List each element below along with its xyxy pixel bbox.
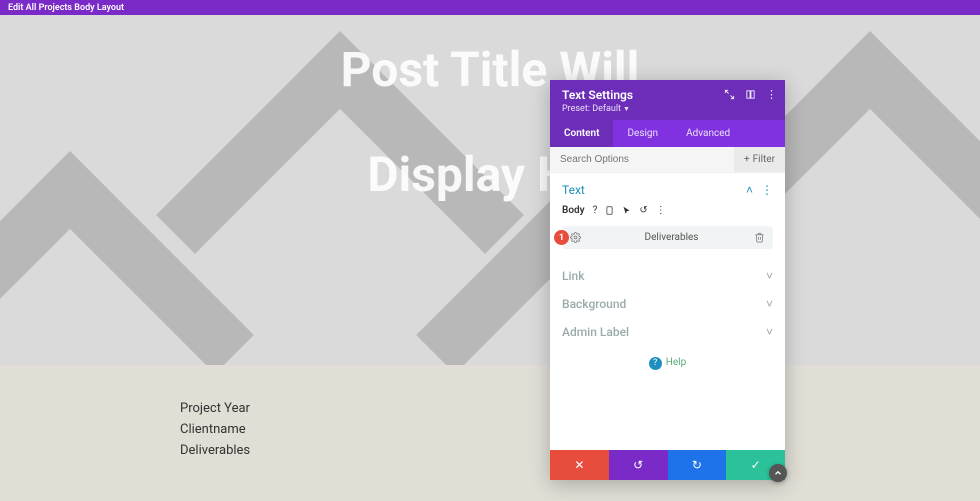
body-row: Body ? ↺ ⋮ [550, 201, 785, 222]
help-row[interactable]: ?Help [550, 343, 785, 384]
snap-icon[interactable] [745, 89, 756, 100]
section-link-label: Link [562, 269, 584, 283]
gear-icon[interactable] [570, 232, 581, 243]
top-bar: Edit All Projects Body Layout [0, 0, 980, 15]
tab-advanced[interactable]: Advanced [672, 120, 744, 147]
section-admin-label-label: Admin Label [562, 325, 629, 339]
caret-down-icon: ▼ [623, 105, 630, 113]
section-link[interactable]: Link ˅ [550, 259, 785, 287]
panel-footer: ✕ ↺ ↻ ✓ [550, 450, 785, 480]
redo-button[interactable]: ↻ [668, 450, 727, 480]
step-badge: 1 [554, 230, 569, 245]
hover-icon[interactable] [622, 205, 631, 216]
chevron-down-icon: ˅ [766, 325, 773, 339]
content-block: Project Year Clientname Deliverables [0, 365, 980, 461]
top-bar-title: Edit All Projects Body Layout [8, 3, 124, 13]
section-text[interactable]: Text ˄ ⋮ [550, 173, 785, 201]
plus-icon: + [744, 154, 750, 165]
more-icon[interactable]: ⋮ [656, 205, 666, 216]
panel-tabs: Content Design Advanced [550, 120, 785, 147]
section-text-label: Text [562, 183, 585, 197]
page-title-line2: Display H... [0, 150, 980, 200]
tab-design[interactable]: Design [613, 120, 672, 147]
search-row: + Filter [550, 147, 785, 173]
field-value: Deliverables [589, 232, 754, 243]
panel-header[interactable]: Text Settings Preset: Default▼ ⋮ [550, 80, 785, 120]
section-admin-label[interactable]: Admin Label ˅ [550, 315, 785, 343]
body-label: Body [562, 205, 585, 216]
help-icon: ? [649, 357, 662, 370]
filter-button[interactable]: + Filter [734, 147, 785, 172]
help-icon[interactable]: ? [593, 205, 598, 216]
section-background[interactable]: Background ˅ [550, 287, 785, 315]
more-icon[interactable]: ⋮ [761, 183, 773, 197]
tab-content[interactable]: Content [550, 120, 613, 147]
dynamic-content-field[interactable]: 1 Deliverables [562, 226, 773, 249]
more-icon[interactable]: ⋮ [766, 88, 777, 101]
hero-area: Post Title Will Display H... [0, 15, 980, 365]
cancel-button[interactable]: ✕ [550, 450, 609, 480]
chevron-up-icon: ˄ [746, 183, 753, 197]
trash-icon[interactable] [754, 232, 765, 243]
tablet-icon[interactable] [605, 205, 614, 216]
undo-icon[interactable]: ↺ [639, 205, 647, 216]
page-title: Post Title Will Display H... [0, 45, 980, 201]
chevron-down-icon: ˅ [766, 269, 773, 283]
settings-panel: Text Settings Preset: Default▼ ⋮ Content… [550, 80, 785, 480]
section-background-label: Background [562, 297, 626, 311]
collapse-button[interactable] [769, 464, 787, 482]
panel-preset[interactable]: Preset: Default▼ [562, 104, 775, 114]
chevron-down-icon: ˅ [766, 297, 773, 311]
expand-icon[interactable] [724, 89, 735, 100]
undo-button[interactable]: ↺ [609, 450, 668, 480]
search-input[interactable] [550, 147, 734, 172]
panel-body: Text ˄ ⋮ Body ? ↺ ⋮ 1 Deliverables [550, 173, 785, 450]
